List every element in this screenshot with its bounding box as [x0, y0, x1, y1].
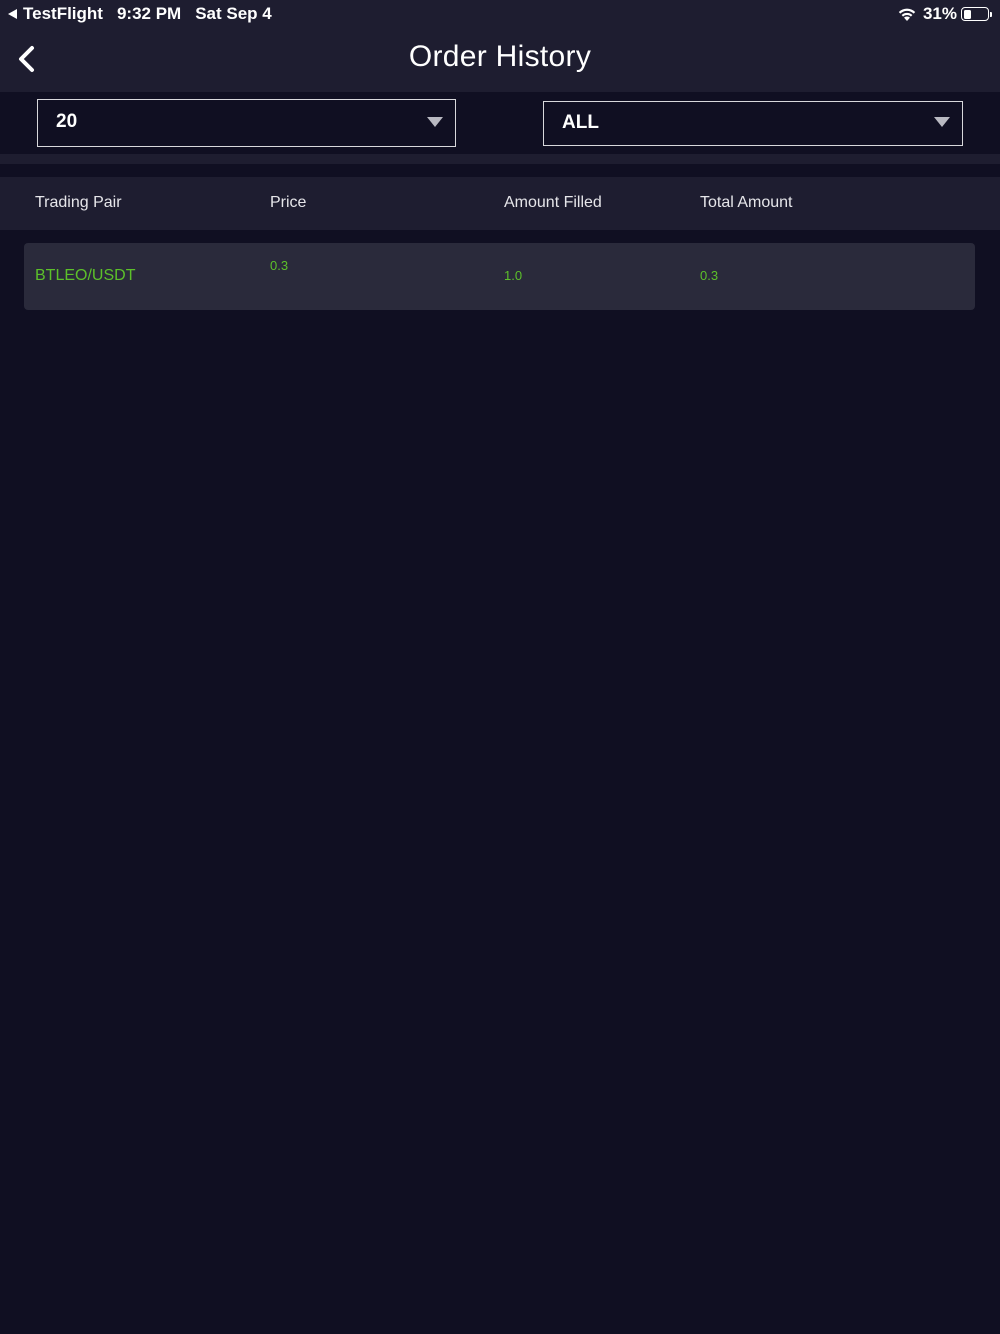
count-select[interactable]: 20 — [37, 99, 456, 147]
status-left[interactable]: TestFlight 9:32 PM Sat Sep 4 — [8, 4, 286, 24]
battery-fill — [963, 9, 971, 19]
column-header-trading-pair: Trading Pair — [35, 194, 122, 211]
table-header: Trading Pair Price Amount Filled Total A… — [0, 177, 1000, 230]
status-right: 31% — [897, 4, 992, 24]
battery-icon — [961, 7, 989, 21]
caret-down-icon — [934, 117, 950, 127]
column-header-amount-filled: Amount Filled — [504, 194, 602, 211]
type-select[interactable]: ALL — [543, 101, 963, 146]
nav-bar: Order History — [0, 28, 1000, 92]
battery-percent: 31% — [922, 4, 957, 23]
status-time: 9:32 PM — [116, 4, 182, 23]
cell-total-amount: 0.3 — [700, 268, 719, 283]
section-divider — [0, 154, 1000, 164]
status-bar: TestFlight 9:32 PM Sat Sep 4 31% — [0, 0, 1000, 28]
column-header-price: Price — [270, 194, 307, 211]
cell-amount-filled: 1.0 — [504, 268, 523, 283]
table-row[interactable]: BTLEO/USDT 0.3 1.0 0.3 — [24, 243, 975, 310]
back-app-name[interactable]: TestFlight — [23, 4, 103, 24]
page-title: Order History — [408, 40, 592, 73]
cell-trading-pair: BTLEO/USDT — [35, 267, 136, 284]
caret-down-icon — [427, 117, 443, 127]
filter-bar: 20 ALL — [0, 92, 1000, 154]
count-select-value: 20 — [56, 111, 78, 132]
cell-price: 0.3 — [270, 258, 289, 273]
wifi-icon — [898, 8, 916, 21]
status-date: Sat Sep 4 — [195, 4, 272, 23]
battery-tip — [990, 11, 992, 17]
back-to-app-icon[interactable] — [8, 9, 17, 19]
column-header-total-amount: Total Amount — [700, 194, 793, 211]
type-select-value: ALL — [562, 112, 599, 133]
